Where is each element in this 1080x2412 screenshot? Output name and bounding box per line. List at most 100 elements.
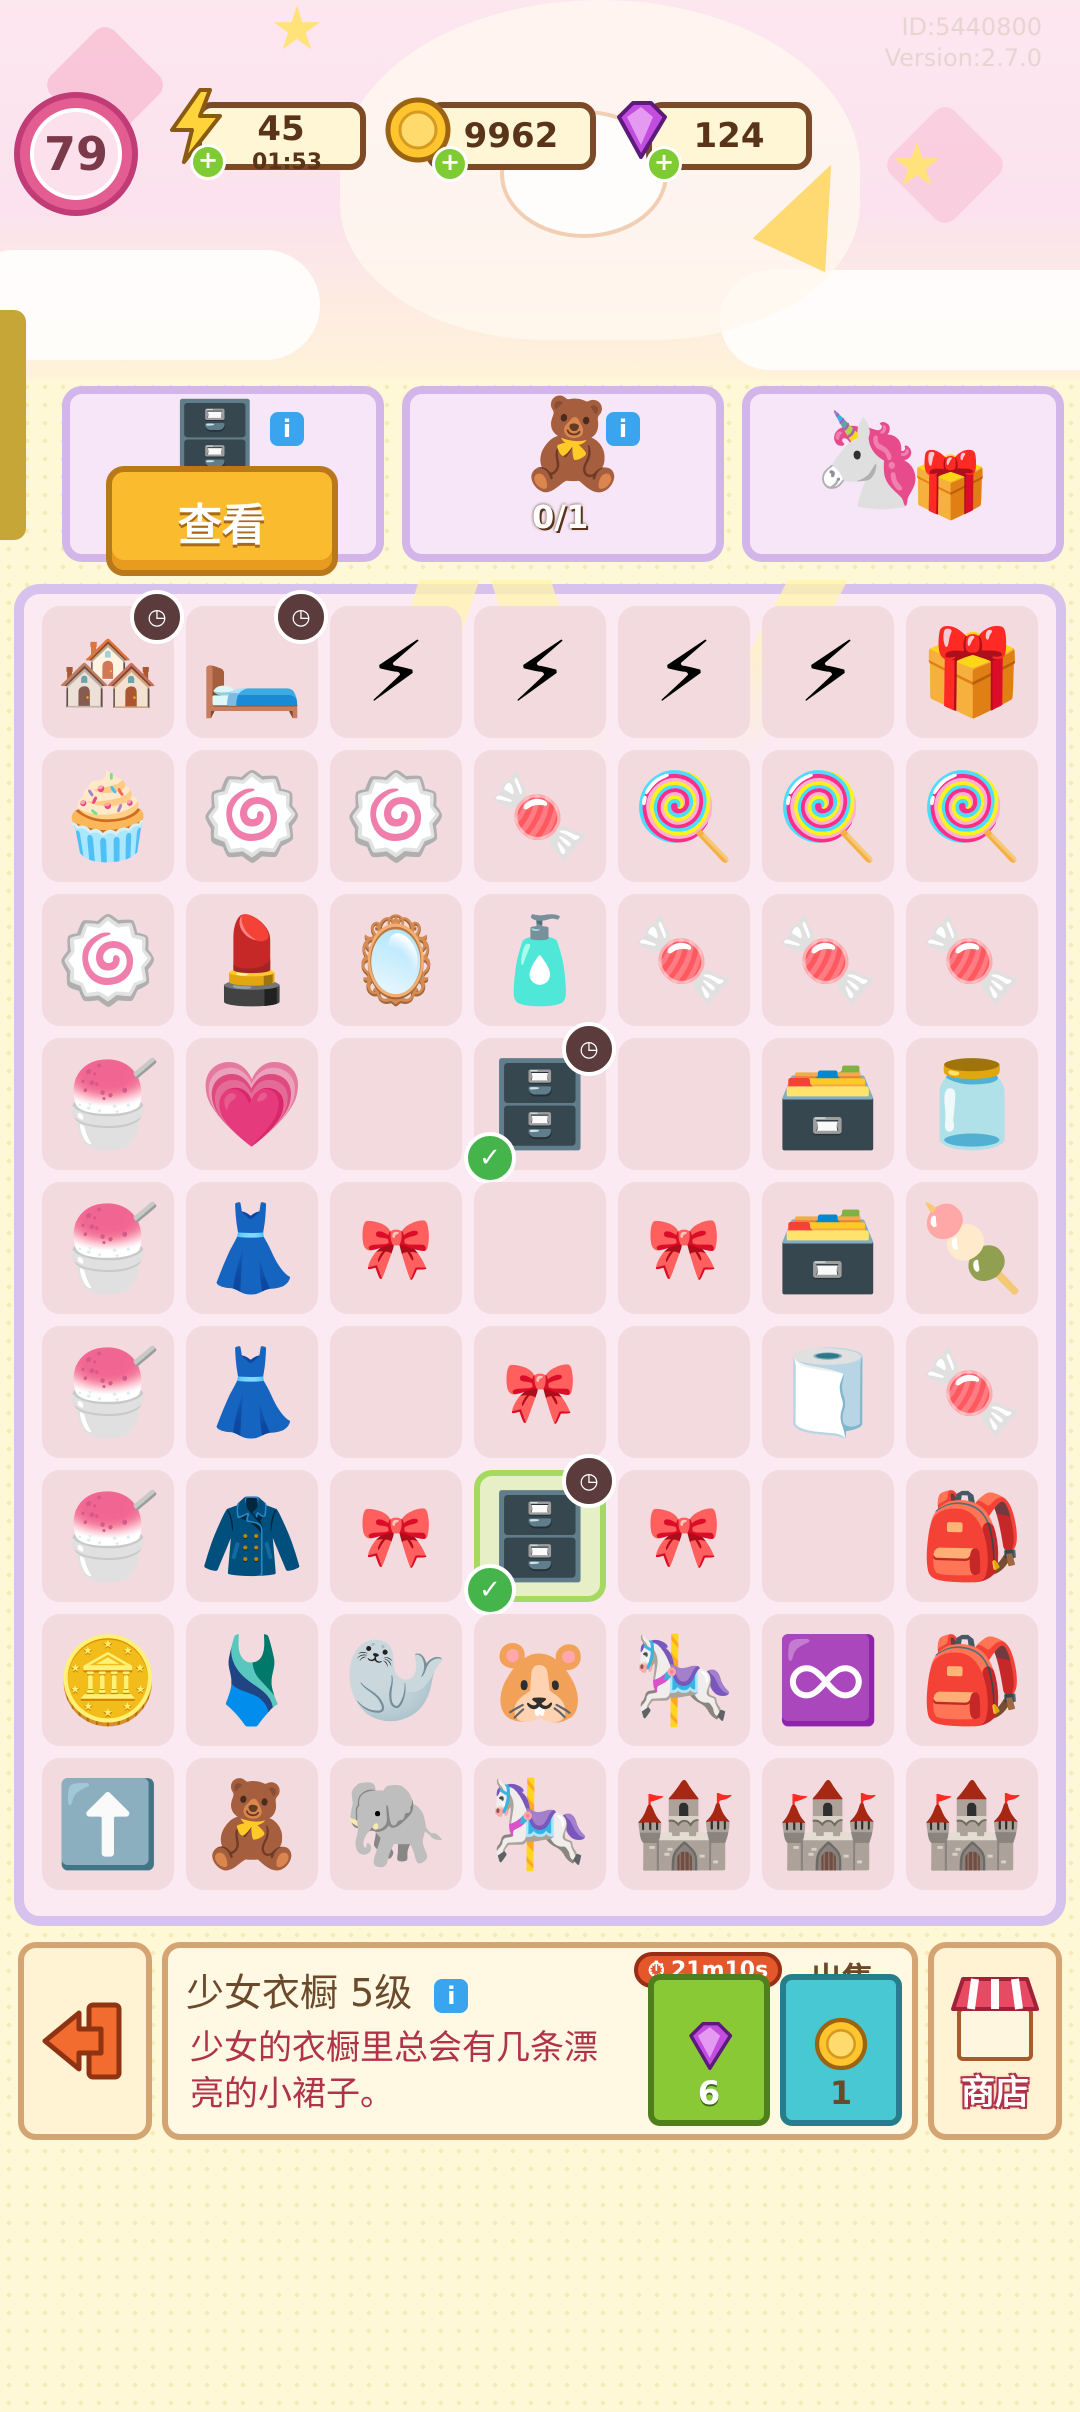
board-item[interactable]: 🧻 xyxy=(762,1326,894,1458)
add-energy-button[interactable]: + xyxy=(190,144,226,180)
board-cell-empty[interactable] xyxy=(474,1182,606,1314)
board-item[interactable]: 🗃️ xyxy=(762,1038,894,1170)
wardrobe-icon: 🗄️ xyxy=(170,396,260,480)
board-item[interactable]: 🍥 xyxy=(42,894,174,1026)
board-item[interactable]: 🍧 xyxy=(42,1326,174,1458)
add-coins-button[interactable]: + xyxy=(432,146,468,182)
board-item[interactable]: 🍭 xyxy=(906,750,1038,882)
merge-item-icon: 🍧 xyxy=(55,1055,161,1153)
board-item[interactable]: ♾️ xyxy=(762,1614,894,1746)
board-item[interactable]: 🏰 xyxy=(618,1758,750,1890)
locked-cell-icon: 🎀 xyxy=(646,1213,722,1284)
info-icon[interactable]: i xyxy=(434,1979,469,2013)
board-item[interactable]: 🍧 xyxy=(42,1182,174,1314)
coin-value: 9962 xyxy=(463,116,559,156)
info-icon[interactable]: i xyxy=(270,412,304,446)
board-item[interactable]: 🍬 xyxy=(762,894,894,1026)
board-item[interactable]: 💗 xyxy=(186,1038,318,1170)
exit-button[interactable] xyxy=(18,1942,152,2140)
board-item[interactable]: 🐘 xyxy=(330,1758,462,1890)
board-item[interactable]: 🍧 xyxy=(42,1038,174,1170)
shop-button[interactable]: 商店 xyxy=(928,1942,1062,2140)
board-item[interactable]: ⬆️ xyxy=(42,1758,174,1890)
merge-item-icon: 🍧 xyxy=(55,1343,161,1441)
board-item[interactable]: 🎠 xyxy=(618,1614,750,1746)
sell-button[interactable]: 1 xyxy=(780,1974,902,2126)
board-item[interactable]: 🍬 xyxy=(906,1326,1038,1458)
board-item[interactable]: ⚡ xyxy=(474,606,606,738)
board-item[interactable]: ⚡ xyxy=(618,606,750,738)
board-cell-empty[interactable] xyxy=(618,1326,750,1458)
board-item[interactable]: 🦭 xyxy=(330,1614,462,1746)
board-item[interactable]: 🍬 xyxy=(618,894,750,1026)
exit-icon xyxy=(42,2002,122,2080)
board-item[interactable]: 👗 xyxy=(186,1326,318,1458)
add-gems-button[interactable]: + xyxy=(646,146,682,182)
board-item[interactable]: 🧥 xyxy=(186,1470,318,1602)
board-item[interactable]: 💄 xyxy=(186,894,318,1026)
board-item[interactable]: 🍧 xyxy=(42,1470,174,1602)
board-cell-empty[interactable] xyxy=(330,1038,462,1170)
item-description: 少女的衣橱里总会有几条漂亮的小裙子。 xyxy=(190,2028,598,2114)
board-item[interactable]: 🎀 xyxy=(474,1326,606,1458)
board-item[interactable]: 🍬 xyxy=(474,750,606,882)
board-item[interactable]: 🏰 xyxy=(906,1758,1038,1890)
board-item[interactable]: ⚡ xyxy=(762,606,894,738)
level-badge[interactable]: 79 xyxy=(14,92,138,216)
board-item[interactable]: 🎒 xyxy=(906,1470,1038,1602)
board-item[interactable]: 🪙 xyxy=(42,1614,174,1746)
board-item[interactable]: 👗 xyxy=(186,1182,318,1314)
scenic-banner: ★ ★ ID:5440800 Version:2.7.0 xyxy=(0,0,1080,380)
gem-icon xyxy=(689,2022,733,2070)
board-item[interactable]: 🧸 xyxy=(186,1758,318,1890)
merge-item-icon: 🐘 xyxy=(343,1775,449,1873)
merge-item-icon: 🪞 xyxy=(343,911,449,1009)
board-item[interactable]: 🎀 xyxy=(618,1182,750,1314)
board-cell-empty[interactable] xyxy=(762,1470,894,1602)
board-cell-empty[interactable] xyxy=(618,1038,750,1170)
board-item[interactable]: 🏰 xyxy=(762,1758,894,1890)
board-item[interactable]: 🎠 xyxy=(474,1758,606,1890)
merge-item-icon: ⚡ xyxy=(654,623,714,721)
board-item[interactable]: 🧴 xyxy=(474,894,606,1026)
item-info-panel: 少女衣橱 5级 i 少女的衣橱里总会有几条漂亮的小裙子。 ⏱ 21m10s 6 … xyxy=(162,1942,918,2140)
task-card-unicorn-gifts[interactable]: 🦄 🎁 xyxy=(742,386,1064,562)
board-item[interactable]: 🎀 xyxy=(618,1470,750,1602)
board-item[interactable]: 🗃️ xyxy=(762,1182,894,1314)
coin-icon xyxy=(814,2017,868,2071)
board-item[interactable]: 🗄️ ◷ ✓ xyxy=(464,1022,616,1184)
merge-item-icon: 🍬 xyxy=(487,767,593,865)
board-item[interactable]: 🎁 xyxy=(906,606,1038,738)
merge-item-icon: ⚡ xyxy=(366,623,426,721)
board-item[interactable]: 🩱 xyxy=(186,1614,318,1746)
board-item[interactable]: 🧁 xyxy=(42,750,174,882)
board-cell-empty[interactable] xyxy=(330,1326,462,1458)
board-item[interactable]: 🎀 xyxy=(330,1470,462,1602)
board-item[interactable]: 🏘️ ◷ xyxy=(42,590,184,738)
view-button[interactable]: 查看 xyxy=(106,466,338,576)
board-item[interactable]: 🍭 xyxy=(762,750,894,882)
board-item[interactable]: 🎀 xyxy=(330,1182,462,1314)
board-item[interactable]: 🍡 xyxy=(906,1182,1038,1314)
board-item[interactable]: 🍭 xyxy=(618,750,750,882)
board-item[interactable]: 🪞 xyxy=(330,894,462,1026)
board-item[interactable]: 🍬 xyxy=(906,894,1038,1026)
task-card-bear[interactable]: 🧸 i 0/1 xyxy=(402,386,724,562)
board-item[interactable]: 🎒 xyxy=(906,1614,1038,1746)
energy-value: 45 xyxy=(257,109,305,149)
merge-item-icon: 🍥 xyxy=(55,911,161,1009)
merge-item-icon: 🍧 xyxy=(55,1199,161,1297)
info-icon[interactable]: i xyxy=(606,412,640,446)
speedup-button[interactable]: 6 xyxy=(648,1974,770,2126)
board-item[interactable]: ⚡ xyxy=(330,606,462,738)
board-item[interactable]: 🐹 xyxy=(474,1614,606,1746)
board-item[interactable]: 🍥 xyxy=(186,750,318,882)
merge-item-icon: 🪙 xyxy=(55,1631,161,1729)
merge-item-icon: 🍡 xyxy=(919,1199,1025,1297)
side-tab[interactable] xyxy=(0,310,26,540)
board-item[interactable]: 🍥 xyxy=(330,750,462,882)
board-item[interactable]: 🛏️ ◷ xyxy=(186,590,328,738)
board-item[interactable]: 🫙 xyxy=(906,1038,1038,1170)
board-item[interactable]: 🗄️ ◷ ✓ xyxy=(464,1454,616,1616)
task-progress: 0/1 xyxy=(532,498,589,536)
